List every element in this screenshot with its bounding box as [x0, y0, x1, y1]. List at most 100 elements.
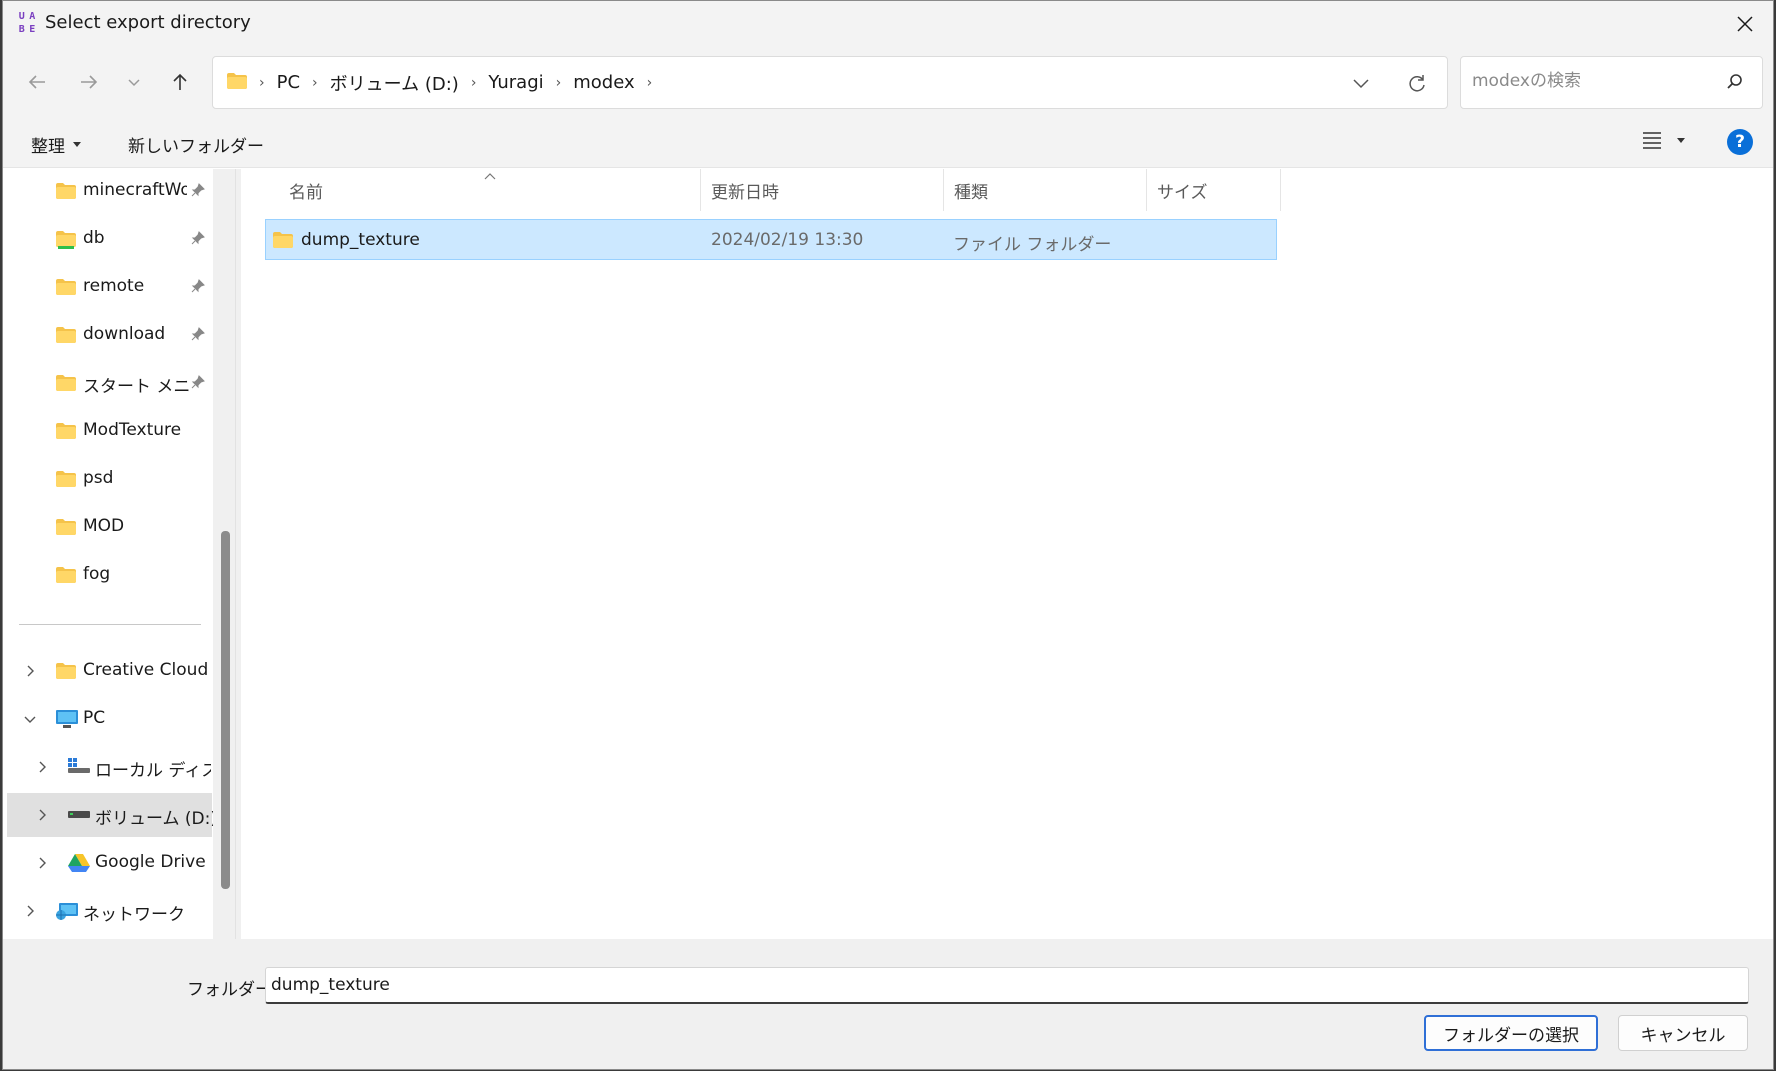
pin-icon — [191, 231, 205, 245]
address-bar[interactable]: › PC › ボリューム (D:) › Yuragi › modex › — [212, 56, 1448, 109]
file-name: dump_texture — [301, 230, 420, 250]
folder-icon — [56, 279, 76, 295]
sidebar-item-google-drive[interactable]: Google Drive (G:) — [3, 841, 213, 885]
sidebar-item-label: Google Drive (G:) — [95, 852, 210, 872]
up-button[interactable] — [162, 64, 198, 100]
column-header-label: 更新日時 — [711, 182, 779, 203]
pin-icon — [191, 375, 205, 389]
google-drive-icon — [68, 854, 90, 872]
sidebar-item-network[interactable]: ネットワーク — [3, 889, 213, 933]
chevron-right-icon[interactable] — [35, 808, 49, 822]
sidebar-item-label: PC — [83, 708, 106, 728]
sidebar-item-local-disk-c[interactable]: ローカル ディスク (C:) — [3, 745, 213, 789]
chevron-down-icon — [128, 79, 140, 87]
divider — [19, 624, 201, 625]
chevron-right-icon[interactable]: › — [643, 75, 657, 91]
close-icon — [1737, 15, 1753, 32]
sidebar-item-label: MOD — [83, 516, 125, 536]
file-type: ファイル フォルダー — [953, 235, 1112, 255]
breadcrumb-item[interactable]: modex — [565, 72, 642, 93]
refresh-button[interactable] — [1403, 70, 1431, 98]
folder-icon — [56, 423, 76, 439]
pin-icon — [191, 327, 205, 341]
column-header-size[interactable]: サイズ — [1147, 169, 1281, 211]
new-folder-button[interactable]: 新しいフォルダー — [128, 132, 264, 157]
breadcrumb-item[interactable]: PC — [269, 72, 308, 93]
sidebar-item-minecraftworld[interactable]: minecraftWorld — [3, 169, 213, 213]
organize-label: 整理 — [31, 137, 65, 157]
chevron-right-icon[interactable]: › — [308, 75, 322, 91]
folder-icon — [273, 232, 293, 248]
refresh-icon — [1409, 75, 1425, 92]
navigation-pane: minecraftWorld db remote download スタート メ… — [3, 169, 235, 939]
breadcrumb-item[interactable]: Yuragi — [480, 72, 551, 93]
chevron-right-icon[interactable] — [23, 904, 37, 918]
search-icon[interactable] — [1726, 73, 1744, 91]
command-bar: 整理 新しいフォルダー ? — [3, 118, 1773, 168]
chevron-right-icon[interactable] — [23, 664, 37, 678]
caret-down-icon — [73, 142, 81, 147]
sort-ascending-icon — [484, 173, 496, 180]
forward-button[interactable] — [71, 64, 107, 100]
drive-icon — [68, 811, 90, 818]
sidebar-item-label: download — [83, 324, 166, 344]
chevron-down-icon[interactable] — [23, 712, 37, 726]
chevron-right-icon[interactable] — [35, 760, 49, 774]
organize-menu[interactable]: 整理 — [31, 132, 81, 157]
recent-locations-button[interactable] — [116, 64, 152, 100]
scrollbar-thumb[interactable] — [221, 531, 230, 889]
sidebar-item-remote[interactable]: remote — [3, 265, 213, 309]
view-options-button[interactable] — [1641, 130, 1685, 150]
sidebar-item-mod[interactable]: MOD — [3, 505, 213, 549]
sidebar-item-label: Creative Cloud Files — [83, 660, 213, 680]
chevron-right-icon[interactable]: › — [552, 75, 566, 91]
folder-icon — [56, 231, 76, 249]
table-row[interactable]: dump_texture 2024/02/19 13:30 ファイル フォルダー — [265, 219, 1277, 260]
address-history-button[interactable] — [1347, 70, 1375, 98]
select-folder-button[interactable]: フォルダーの選択 — [1424, 1015, 1598, 1051]
app-icon-letter: B — [18, 23, 25, 35]
column-header-name[interactable]: 名前 — [241, 169, 701, 211]
windows-drive-icon — [68, 758, 90, 773]
arrow-right-icon — [81, 75, 98, 89]
cancel-button[interactable]: キャンセル — [1618, 1015, 1748, 1051]
sidebar-item-modtexture[interactable]: ModTexture — [3, 409, 213, 453]
breadcrumb-item[interactable]: ボリューム (D:) — [322, 70, 467, 96]
pin-icon — [191, 279, 205, 293]
sidebar-item-volume-d[interactable]: ボリューム (D:) — [7, 793, 217, 837]
search-input[interactable] — [1472, 71, 1712, 91]
folder-name-input[interactable] — [265, 967, 1749, 1004]
sidebar-item-start-menu[interactable]: スタート メニュー — [3, 361, 213, 405]
sidebar-item-creative-cloud[interactable]: Creative Cloud Files — [3, 649, 213, 693]
file-list: 名前 更新日時 種類 サイズ dump_texture 2024/02/19 1… — [241, 169, 1773, 939]
column-header-type[interactable]: 種類 — [944, 169, 1147, 211]
app-icon-letter: U — [18, 11, 25, 22]
dialog-footer: フォルダー: フォルダーの選択 キャンセル — [3, 939, 1773, 1069]
search-box[interactable] — [1460, 56, 1763, 109]
list-view-icon — [1643, 132, 1661, 149]
sidebar-item-label: スタート メニュー — [83, 377, 189, 397]
close-button[interactable] — [1717, 1, 1773, 46]
arrow-up-icon — [173, 73, 187, 90]
sidebar-item-fog[interactable]: fog — [3, 553, 213, 597]
folder-icon — [56, 519, 76, 535]
sidebar-item-label: fog — [83, 564, 111, 584]
sidebar-item-psd[interactable]: psd — [3, 457, 213, 501]
sidebar-item-download[interactable]: download — [3, 313, 213, 357]
sidebar-item-db[interactable]: db — [3, 217, 213, 261]
help-button[interactable]: ? — [1727, 129, 1753, 155]
chevron-right-icon[interactable]: › — [467, 75, 481, 91]
app-icon-letter: E — [29, 23, 36, 35]
column-header-modified[interactable]: 更新日時 — [701, 169, 944, 211]
sidebar-scrollbar[interactable] — [213, 169, 235, 939]
window-title: Select export directory — [45, 12, 251, 33]
sidebar-item-label: ネットワーク — [83, 905, 185, 925]
column-header-label: サイズ — [1157, 182, 1208, 203]
folder-icon — [56, 471, 76, 487]
back-button[interactable] — [19, 64, 55, 100]
chevron-right-icon[interactable] — [35, 856, 49, 870]
file-dialog: U A B E Select export directory › PC › ボ… — [2, 0, 1774, 1070]
column-header-label: 名前 — [289, 182, 323, 203]
new-folder-label: 新しいフォルダー — [128, 137, 264, 157]
sidebar-item-pc[interactable]: PC — [3, 697, 213, 741]
